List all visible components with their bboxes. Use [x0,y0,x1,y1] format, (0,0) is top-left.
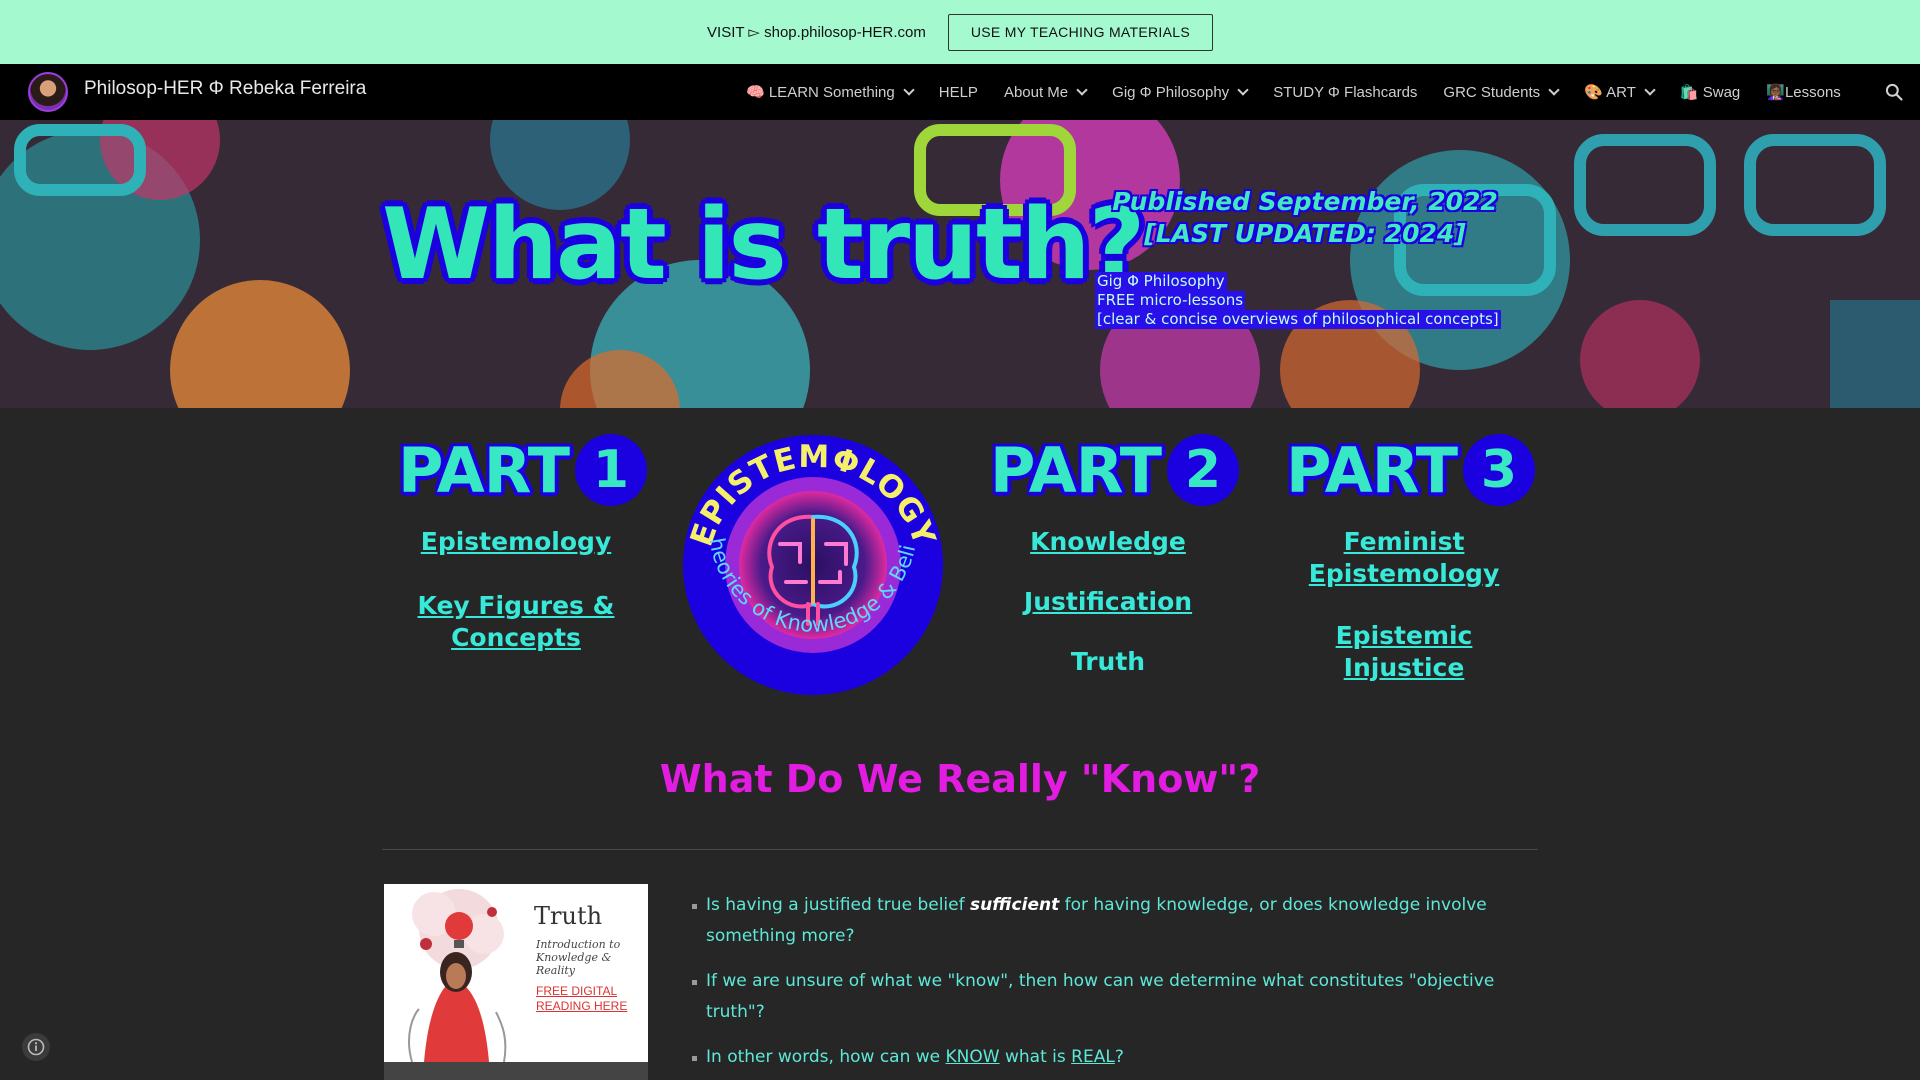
part-number: 3 [1462,434,1535,506]
info-glyph [27,1038,45,1056]
nav-item-lessons[interactable]: 👩🏾‍🏫Lessons [1766,83,1841,101]
hero-background-image [0,120,1920,408]
thumbnail-subtitle: Introduction to Knowledge & Reality [536,938,648,977]
top-nav: Philosop-HER Φ Rebeka Ferreira 🧠 LEARN S… [0,64,1920,120]
nav-item-label: 🛍️ Swag [1679,84,1741,101]
nav-item-label: 🧠 LEARN Something [746,84,895,101]
bullet-text: Is having a justified true belief [706,895,970,915]
nav-item-gig-philosophy[interactable]: Gig Φ Philosophy [1112,83,1249,101]
list-item: In other words, how can we KNOW what is … [692,1042,1522,1073]
nav-item-study-flashcards[interactable]: STUDY Φ Flashcards [1273,84,1417,101]
truth-reading-thumbnail[interactable]: Truth Introduction to Knowledge & Realit… [384,884,648,1062]
epistemology-logo: EPISTEMΦLOGY Theories of Knowledge & Bel… [680,432,943,695]
nav-item-help[interactable]: HELP [939,84,978,101]
nav-item-label: About Me [1003,83,1069,101]
list-item: Is having a justified true belief suffic… [692,890,1522,952]
thumbnail-subtitle-line: Knowledge & Reality [536,951,612,977]
nav-item-label: GRC Students [1443,83,1541,101]
nav-item-learn[interactable]: 🧠 LEARN Something [746,83,915,101]
current-page-truth: Truth [1070,647,1146,676]
nav-item-label: Gig Φ Philosophy [1112,83,1230,101]
nav-item-label: HELP [938,83,978,101]
question-list: Is having a justified true belief suffic… [692,890,1522,1080]
part-2-badge: PART 2 [990,433,1239,507]
nav-item-swag[interactable]: 🛍️ Swag [1680,83,1740,101]
chevron-down-icon[interactable] [1548,83,1560,96]
info-icon[interactable] [22,1033,50,1061]
thumbnail-subtitle-line: Introduction to [536,938,621,951]
chevron-down-icon[interactable] [903,83,915,96]
lightbulb-icon [445,912,473,940]
thumbnail-caption-bar [384,1062,648,1080]
chevron-down-icon[interactable] [1237,83,1249,96]
nav-item-label: STUDY Φ Flashcards [1273,83,1418,101]
chevron-down-icon[interactable] [1644,83,1656,96]
link-key-figures-concepts[interactable]: Key Figures & Concepts [396,590,636,654]
site-title[interactable]: Philosop-HER Φ Rebeka Ferreira [84,78,366,100]
thumbnail-cta: FREE DIGITAL READING HERE [536,984,627,1014]
link-epistemology[interactable]: Epistemology [396,526,636,558]
nav-item-label: 👩🏾‍🏫Lessons [1766,84,1841,101]
part-3-badge: PART 3 [1286,433,1535,507]
divider [382,849,1538,850]
link-epistemic-injustice[interactable]: Epistemic Injustice [1274,620,1534,684]
chevron-down-icon[interactable] [1076,83,1088,96]
bullet-text: If we are unsure of what we "know", then… [706,971,1495,1022]
link-knowledge[interactable]: Knowledge [988,526,1228,558]
part-number: 1 [574,434,647,506]
nav-item-art[interactable]: 🎨 ART [1584,83,1656,101]
search-icon[interactable] [1884,82,1904,102]
thumbnail-cta-line: FREE DIGITAL [536,984,618,998]
part-number: 2 [1166,434,1239,506]
part-label: PART [398,433,570,507]
list-item: If we are unsure of what we "know", then… [692,966,1522,1028]
link-real[interactable]: REAL [1071,1047,1115,1067]
announcement-text[interactable]: VISIT ▻ shop.philosop-HER.com [707,23,926,41]
bullet-text: what is [999,1047,1072,1067]
bullet-emphasis: sufficient [969,895,1060,915]
bullet-text: ? [1114,1047,1124,1067]
hero-banner: What is truth? Published September, 2022… [0,120,1920,408]
part-label: PART [1286,433,1458,507]
bullet-text: In other words, how can we [706,1047,946,1067]
thumbnail-cta-line: READING HERE [536,999,628,1013]
link-know[interactable]: KNOW [946,1047,1000,1067]
teaching-materials-button[interactable]: USE MY TEACHING MATERIALS [947,13,1213,51]
nav-item-grc-students[interactable]: GRC Students [1443,83,1560,101]
link-justification[interactable]: Justification [988,586,1228,618]
announcement-bar: VISIT ▻ shop.philosop-HER.com USE MY TEA… [0,0,1920,64]
nav-item-label: 🎨 ART [1584,84,1636,101]
nav-menu: 🧠 LEARN Something HELP About Me Gig Φ Ph… [746,64,1867,120]
link-feminist-epistemology[interactable]: Feminist Epistemology [1284,526,1524,590]
nav-item-about[interactable]: About Me [1003,83,1088,101]
section-title: What Do We Really "Know"? [659,757,1261,801]
thumbnail-title: Truth [534,902,603,930]
part-label: PART [990,433,1162,507]
avatar[interactable] [28,72,68,112]
part-1-badge: PART 1 [398,433,647,507]
